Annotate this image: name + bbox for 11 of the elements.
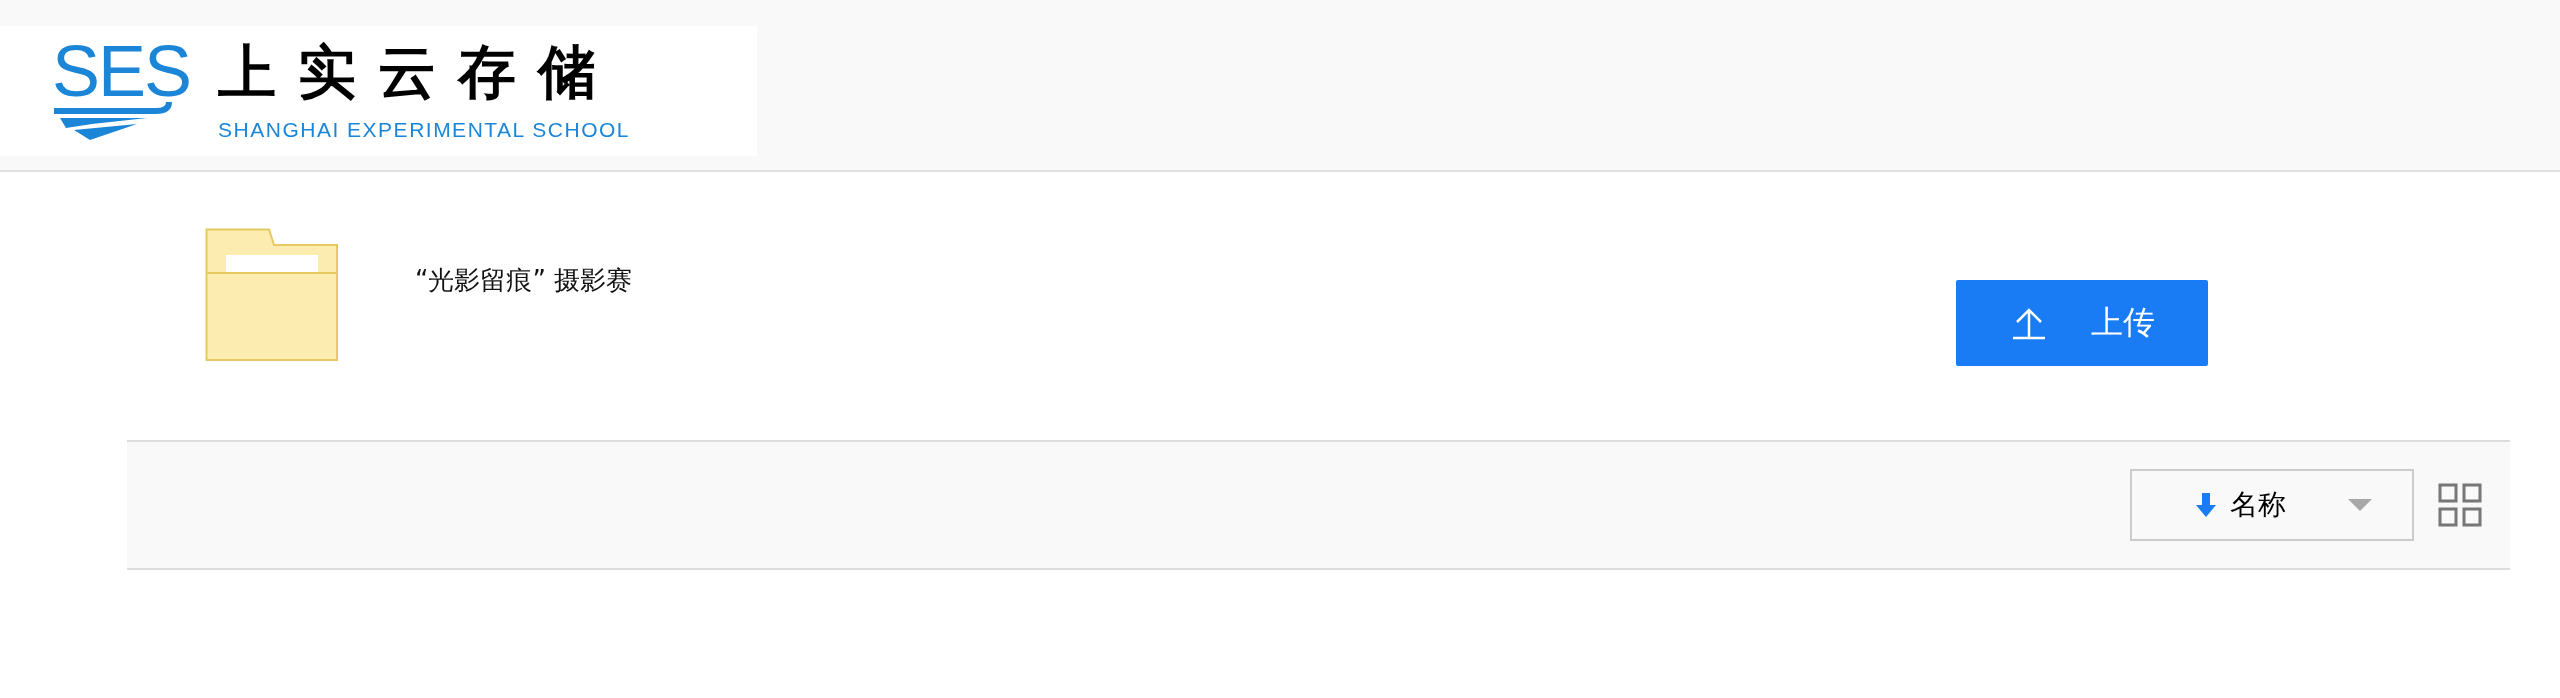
caret-icon: [2348, 499, 2372, 511]
grid-view-icon[interactable]: [2438, 483, 2482, 527]
logo-mark: SES: [52, 40, 191, 102]
logo-subtitle: SHANGHAI EXPERIMENTAL SCHOOL: [218, 118, 630, 142]
upload-button[interactable]: 上传: [1956, 280, 2208, 366]
logo-title: 上实云存储: [218, 40, 620, 104]
folder-icon: [205, 228, 340, 363]
sort-dropdown[interactable]: 名称: [2130, 469, 2414, 541]
folder-name[interactable]: “光影留痕” 摄影赛: [415, 263, 633, 298]
down-arrow-icon: [2194, 491, 2218, 519]
swoosh-icon: [52, 102, 172, 142]
